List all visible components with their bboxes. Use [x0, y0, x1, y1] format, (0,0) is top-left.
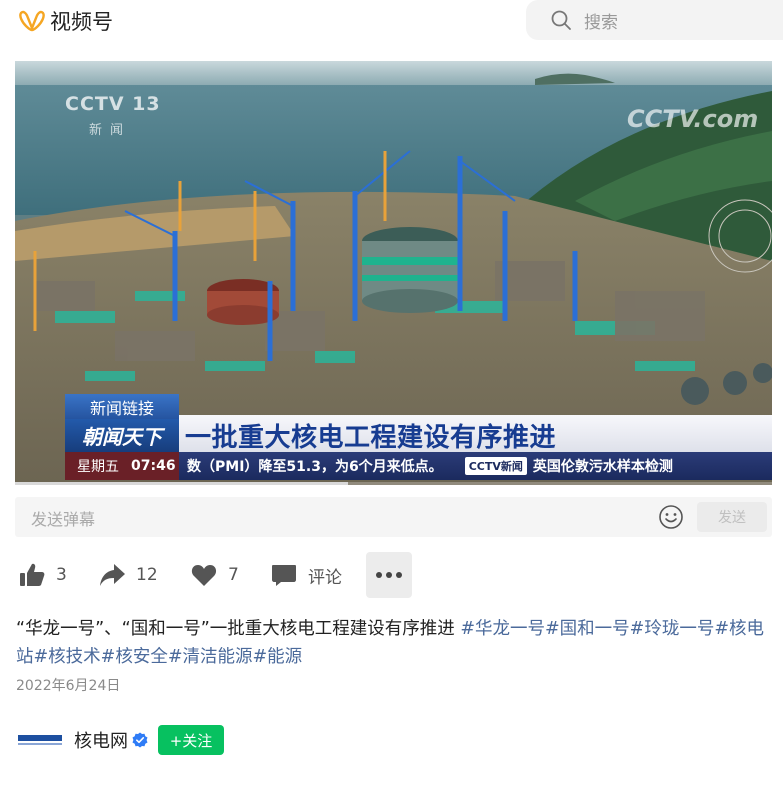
author-avatar[interactable]	[16, 728, 64, 752]
emoji-icon[interactable]	[658, 504, 684, 530]
news-link-tag: 新闻链接	[65, 394, 179, 419]
share-count: 12	[136, 565, 158, 585]
channels-logo-icon	[19, 10, 45, 32]
cctv13-watermark: CCTV 13	[65, 93, 161, 115]
top-header: 视频号 搜索	[0, 0, 783, 44]
like-button[interactable]: 3	[18, 552, 67, 598]
video-player[interactable]: CCTV 13 新闻 CCTV.com 新闻链接 朝闻天下 一批重大核电工程建设…	[15, 61, 772, 485]
video-progress-bar[interactable]	[15, 482, 772, 485]
search-icon	[551, 10, 571, 30]
ticker-text: 数（PMI）降至51.3，为6个月来低点。	[187, 459, 443, 475]
ticker-weekday: 星期五	[77, 459, 119, 475]
action-bar: 3 12 7 评论	[18, 552, 438, 598]
verified-badge-icon	[132, 732, 148, 748]
channels-logo[interactable]: 视频号	[18, 6, 113, 36]
ticker-time: 07:46	[131, 458, 176, 474]
video-headline: 一批重大核电工程建设有序推进	[179, 415, 772, 455]
send-danmu-button[interactable]: 发送	[697, 502, 767, 532]
cctv-com-watermark: CCTV.com	[627, 105, 759, 133]
more-button[interactable]	[366, 552, 412, 598]
comment-icon	[272, 565, 296, 586]
ticker-next: 英国伦敦污水样本检测	[532, 459, 673, 475]
danmu-input[interactable]: 发送弹幕	[31, 506, 95, 530]
app-name: 视频号	[50, 10, 113, 34]
danmu-bar: 发送弹幕 发送	[15, 497, 772, 537]
like-count: 3	[56, 565, 67, 585]
more-dots-icon	[376, 572, 402, 578]
author-name[interactable]: 核电网	[74, 727, 128, 753]
follow-button[interactable]: +关注	[158, 725, 224, 755]
cctv13-watermark-sub: 新闻	[89, 123, 132, 138]
video-progress-fill	[15, 482, 349, 485]
favorite-count: 7	[228, 565, 239, 585]
ticker-clock: 星期五 07:46	[65, 452, 179, 480]
post-description: “华龙一号”、“国和一号”一批重大核电工程建设有序推进 #华龙一号#国和一号#玲…	[16, 615, 774, 671]
search-input[interactable]: 搜索	[584, 8, 618, 33]
heart-icon	[191, 565, 217, 586]
favorite-button[interactable]: 7	[190, 552, 239, 598]
comment-label: 评论	[308, 567, 342, 588]
post-date: 2022年6月24日	[16, 678, 121, 694]
share-button[interactable]: 12	[98, 552, 158, 598]
author-row: 核电网 +关注	[16, 720, 224, 760]
comment-button[interactable]: 评论	[270, 552, 342, 598]
thumbs-up-icon	[20, 563, 45, 586]
ticker-logo: CCTV新闻	[464, 457, 527, 475]
share-arrow-icon	[100, 564, 125, 586]
news-ticker: 数（PMI）降至51.3，为6个月来低点。 CCTV新闻 英国伦敦污水样本检测	[179, 452, 772, 480]
post-title: “华龙一号”、“国和一号”一批重大核电工程建设有序推进	[16, 619, 455, 639]
program-name: 朝闻天下	[65, 419, 179, 452]
search-box[interactable]: 搜索	[526, 0, 783, 40]
